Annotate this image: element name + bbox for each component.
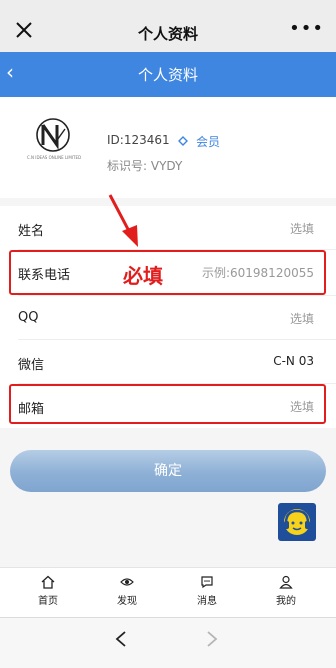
qq-field[interactable]: 选填 [290, 310, 314, 327]
name-label: 姓名 [18, 224, 45, 239]
qq-row[interactable]: QQ 选填 [0, 296, 336, 340]
tab-discover[interactable]: 发现 [85, 567, 169, 617]
tab-label: 消息 [197, 596, 217, 607]
name-field[interactable]: 选填 [290, 220, 314, 237]
nav-forward-icon[interactable] [205, 630, 219, 648]
phone-highlight-box [9, 250, 326, 295]
user-icon [279, 575, 293, 589]
identification-number: 标识号: VYDY [107, 159, 183, 173]
required-annotation: 必填 [123, 264, 163, 288]
tab-label: 我的 [276, 596, 296, 607]
customer-service-button[interactable] [278, 503, 316, 541]
tab-messages[interactable]: 消息 [165, 567, 249, 617]
confirm-button[interactable]: 确定 [10, 450, 326, 492]
page-title: 个人资料 [137, 66, 198, 84]
wechat-title: 个人资料 [137, 25, 198, 43]
headset-icon [284, 509, 310, 535]
tab-label: 首页 [38, 596, 58, 607]
wechat-field[interactable]: C-N 03 [273, 354, 314, 368]
chat-icon [201, 576, 213, 589]
tab-profile[interactable]: 我的 [244, 567, 328, 617]
wechat-label: 微信 [18, 358, 45, 373]
tab-label: 发现 [117, 596, 137, 607]
browser-nav-bar [0, 617, 336, 668]
member-label[interactable]: 会员 [196, 133, 220, 150]
logo-caption: C.N IDEAS ONLINE LIMITED [26, 155, 82, 160]
nav-back-icon[interactable] [114, 630, 128, 648]
user-id: ID:123461 [107, 133, 170, 147]
wechat-row[interactable]: 微信 C-N 03 [0, 340, 336, 384]
home-icon [41, 575, 55, 589]
more-options-icon[interactable]: ••• [289, 20, 324, 38]
email-highlight-box [9, 384, 326, 424]
tab-home[interactable]: 首页 [6, 567, 90, 617]
member-badge-icon [178, 136, 188, 146]
eye-icon [120, 578, 134, 586]
annotation-arrow-icon [108, 194, 138, 247]
qq-label: QQ [18, 310, 39, 325]
name-row[interactable]: 姓名 选填 [0, 206, 336, 250]
